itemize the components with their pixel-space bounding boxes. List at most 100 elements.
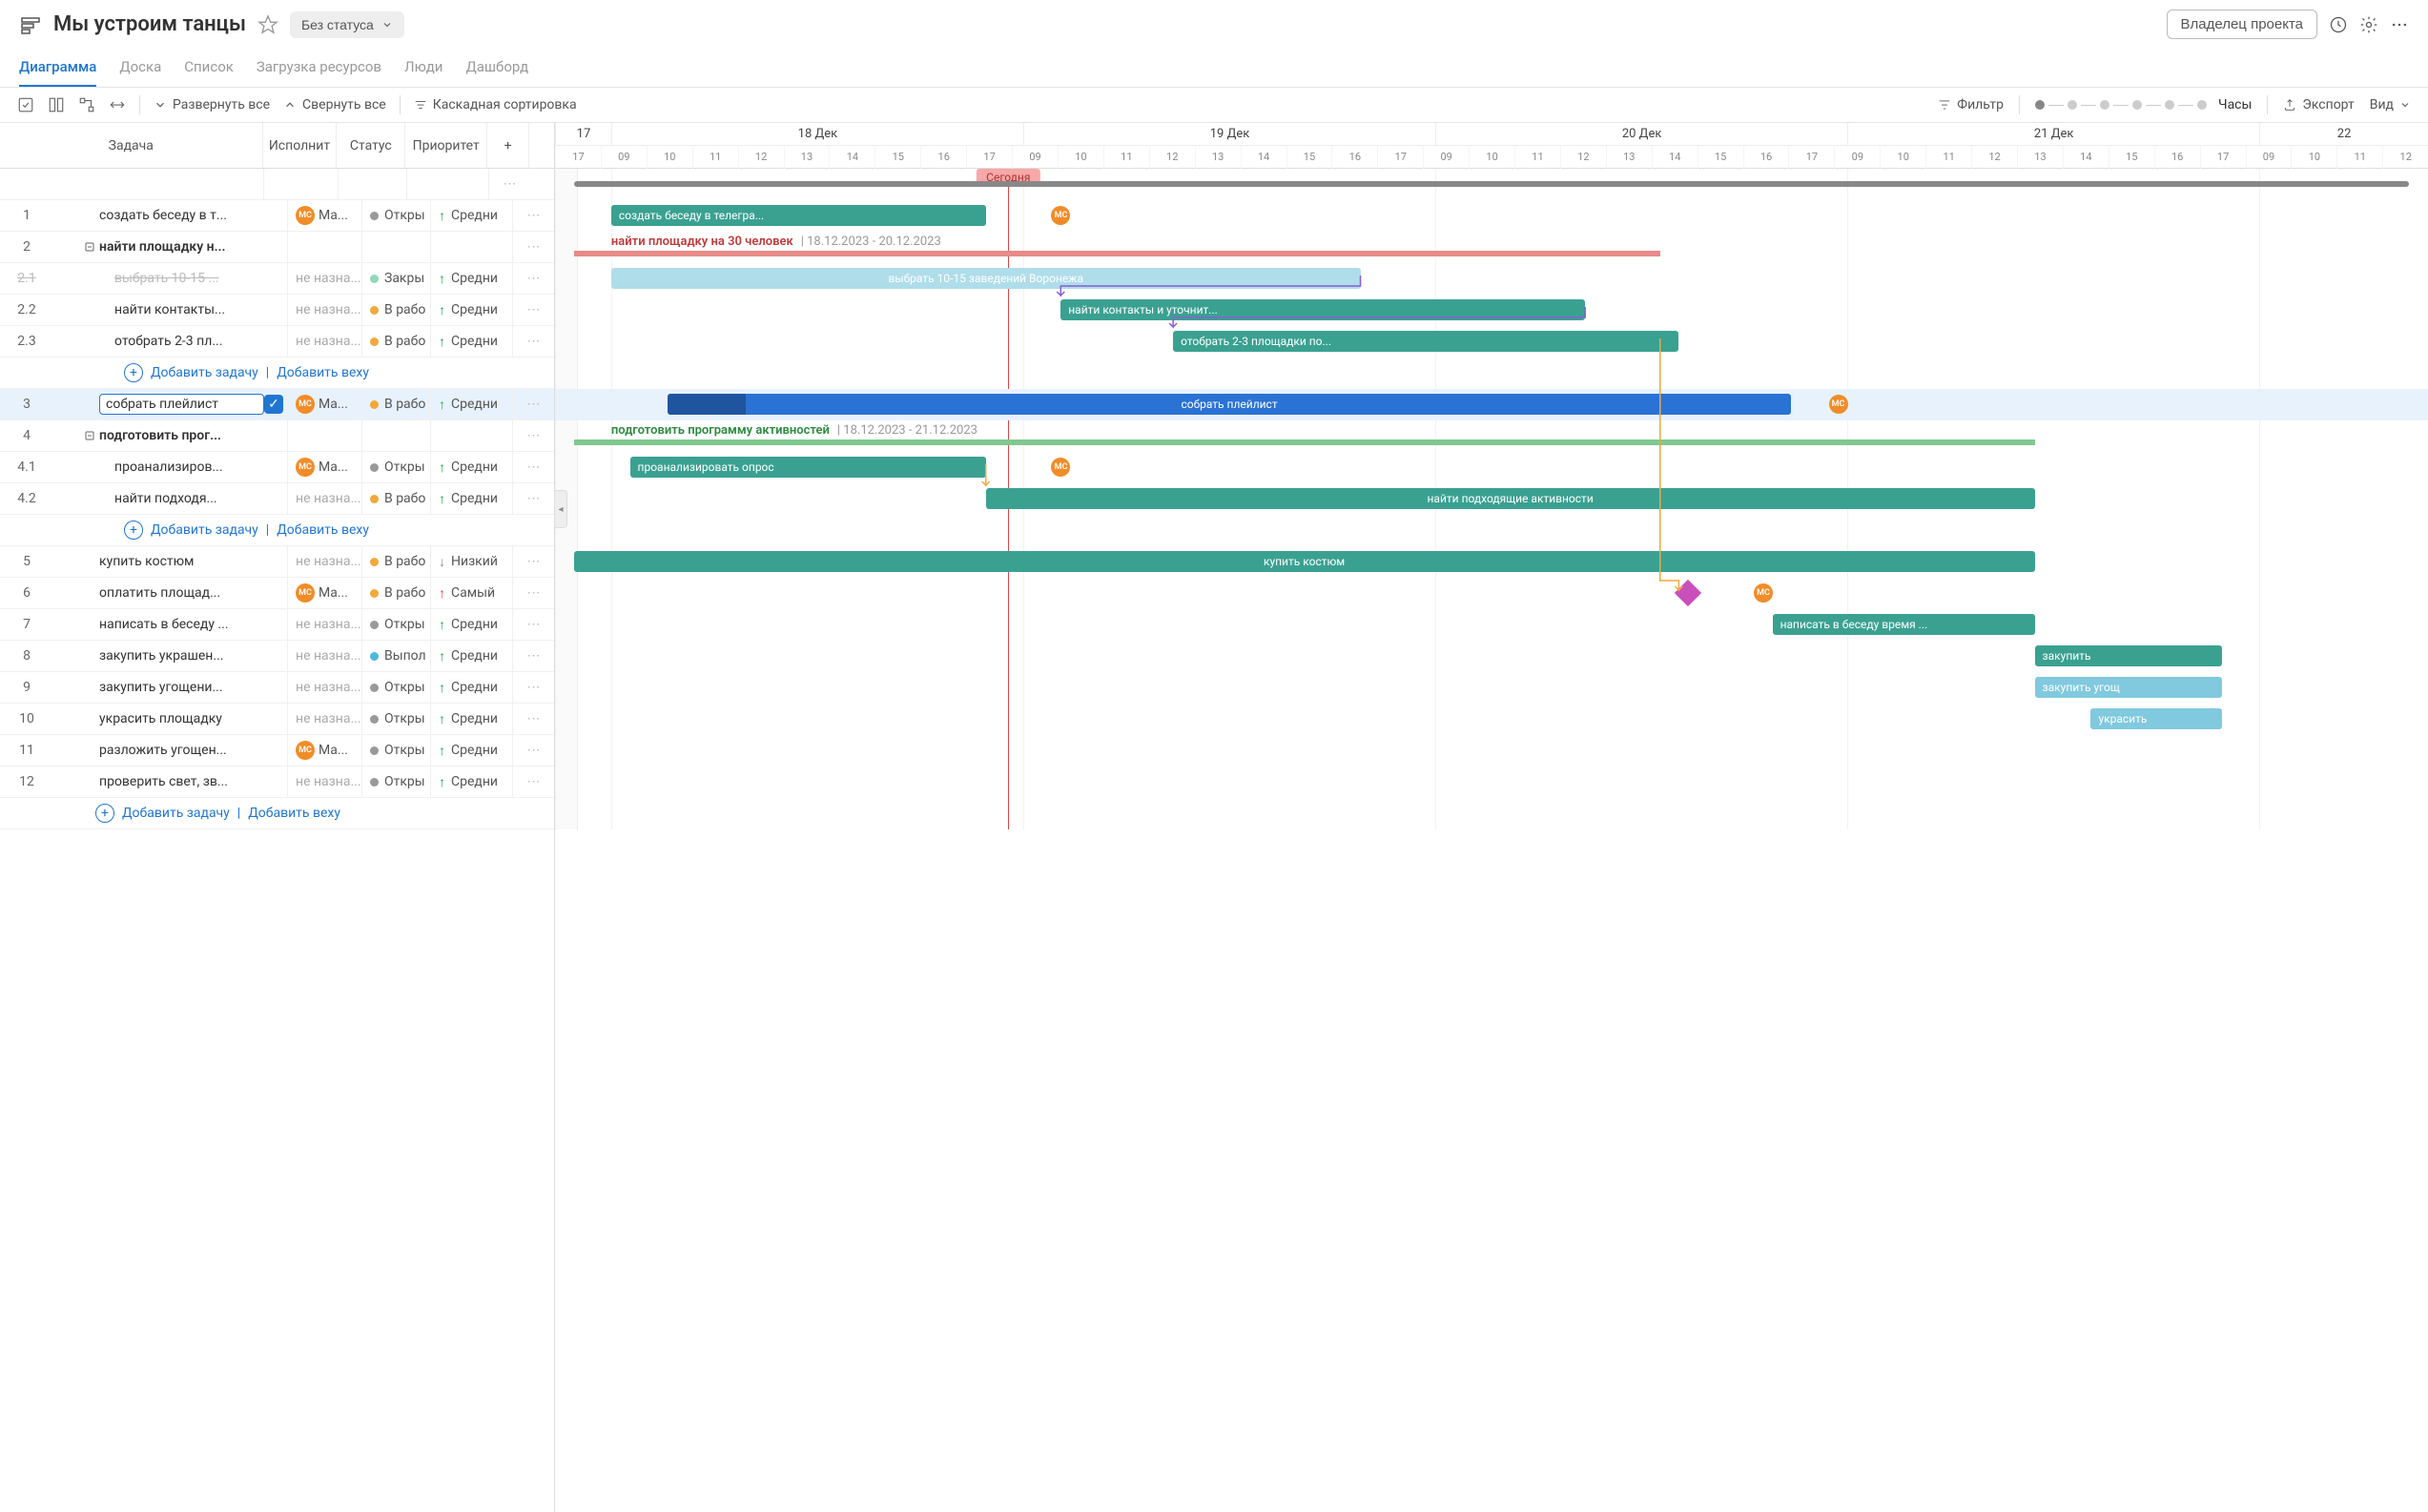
row-menu[interactable]: ⋯ bbox=[512, 578, 554, 608]
row-menu[interactable]: ⋯ bbox=[488, 169, 530, 199]
gantt-bar[interactable]: украсить bbox=[2090, 708, 2221, 729]
row-menu[interactable]: ⋯ bbox=[512, 546, 554, 577]
tab-4[interactable]: Люди bbox=[404, 49, 442, 87]
gear-icon[interactable] bbox=[2359, 15, 2378, 34]
table-row[interactable]: 12проверить свет, зв...не назна...Откры↑… bbox=[0, 766, 554, 798]
view-button[interactable]: Вид bbox=[2370, 97, 2411, 112]
row-menu[interactable]: ⋯ bbox=[512, 672, 554, 703]
expand-all-button[interactable]: Развернуть все bbox=[154, 97, 270, 112]
row-menu[interactable]: ⋯ bbox=[512, 704, 554, 734]
add-task-link[interactable]: Добавить задачу bbox=[151, 522, 258, 538]
gantt-bar[interactable]: найти контакты и уточнит... bbox=[1060, 299, 1585, 320]
tab-5[interactable]: Дашборд bbox=[465, 49, 528, 87]
row-menu[interactable]: ⋯ bbox=[512, 263, 554, 294]
add-icon[interactable]: + bbox=[95, 804, 114, 823]
row-menu[interactable]: ⋯ bbox=[512, 735, 554, 766]
chevron-down-icon bbox=[2399, 99, 2411, 111]
row-menu[interactable]: ⋯ bbox=[512, 232, 554, 262]
row-menu[interactable]: ⋯ bbox=[512, 200, 554, 231]
table-row[interactable]: 3собрать плейлист✓МСМа...В рабо↑Средни⋯ bbox=[0, 389, 554, 420]
add-milestone-link[interactable]: Добавить веху bbox=[277, 365, 369, 380]
table-row[interactable]: 2.2найти контакты...не назна...В рабо↑Ср… bbox=[0, 295, 554, 326]
add-task-link[interactable]: Добавить задачу bbox=[151, 365, 258, 380]
table-row[interactable]: 2.3отобрать 2-3 пл...не назна...В рабо↑С… bbox=[0, 326, 554, 358]
add-milestone-link[interactable]: Добавить веху bbox=[248, 806, 340, 821]
cascade-sort-button[interactable]: Каскадная сортировка bbox=[414, 97, 577, 112]
task-name-input[interactable]: собрать плейлист bbox=[99, 394, 264, 415]
add-icon[interactable]: + bbox=[124, 521, 143, 540]
hierarchy-icon[interactable] bbox=[78, 96, 95, 113]
more-icon[interactable] bbox=[2390, 15, 2409, 34]
owner-button[interactable]: Владелец проекта bbox=[2167, 10, 2317, 39]
row-menu[interactable]: ⋯ bbox=[512, 420, 554, 451]
table-row[interactable]: 2.1выбрать 10-15 ...не назна...Закры↑Сре… bbox=[0, 263, 554, 295]
table-row[interactable]: 10украсить площадкуне назна...Откры↑Сред… bbox=[0, 704, 554, 735]
gantt-bar[interactable]: закупить угощ bbox=[2035, 677, 2222, 698]
row-menu[interactable]: ⋯ bbox=[512, 483, 554, 514]
caret-icon[interactable] bbox=[80, 241, 99, 253]
tab-2[interactable]: Список bbox=[184, 49, 234, 87]
milestone[interactable] bbox=[1675, 580, 1701, 606]
confirm-icon[interactable]: ✓ bbox=[264, 395, 283, 414]
history-icon[interactable] bbox=[2329, 15, 2348, 34]
tab-3[interactable]: Загрузка ресурсов bbox=[257, 49, 381, 87]
col-task[interactable]: Задача bbox=[0, 123, 263, 168]
col-assignee[interactable]: Исполнит bbox=[263, 123, 338, 168]
star-icon[interactable] bbox=[257, 14, 278, 35]
zoom-slider[interactable]: Часы bbox=[2035, 97, 2252, 112]
tab-1[interactable]: Доска bbox=[119, 49, 161, 87]
avatar: МС bbox=[1051, 458, 1070, 477]
root-bar[interactable] bbox=[574, 181, 2410, 187]
gantt-bar[interactable]: найти подходящие активности bbox=[986, 488, 2035, 509]
gantt-bar[interactable]: создать беседу в телегра... bbox=[611, 205, 986, 226]
summary-bar[interactable] bbox=[574, 439, 2035, 445]
add-column-button[interactable]: + bbox=[487, 123, 529, 168]
status-button[interactable]: Без статуса bbox=[290, 11, 404, 38]
collapse-panel-handle[interactable]: ◂ bbox=[555, 490, 567, 528]
table-row[interactable]: 7написать в беседу ...не назна...Откры↑С… bbox=[0, 609, 554, 641]
gantt-bar[interactable]: купить костюм bbox=[574, 551, 2035, 572]
add-task-link[interactable]: Добавить задачу bbox=[122, 806, 230, 821]
gantt-bar[interactable]: собрать плейлист bbox=[668, 394, 1791, 415]
add-icon[interactable]: + bbox=[124, 363, 143, 382]
avatar: МС bbox=[296, 206, 315, 225]
table-row[interactable]: 6оплатить площад...МСМа...В рабо↑Самый⋯ bbox=[0, 578, 554, 609]
autowidth-icon[interactable] bbox=[109, 96, 126, 113]
tab-0[interactable]: Диаграмма bbox=[19, 49, 96, 87]
summary-bar[interactable] bbox=[574, 251, 1660, 256]
table-row[interactable]: 4.1проанализиров...МСМа...Откры↑Средни⋯ bbox=[0, 452, 554, 483]
row-menu[interactable]: ⋯ bbox=[512, 326, 554, 357]
table-row[interactable]: 2найти площадку н...⋯ bbox=[0, 232, 554, 263]
row-menu[interactable]: ⋯ bbox=[512, 766, 554, 797]
export-icon bbox=[2283, 98, 2296, 112]
row-menu[interactable]: ⋯ bbox=[512, 295, 554, 325]
add-milestone-link[interactable]: Добавить веху bbox=[277, 522, 369, 538]
table-row[interactable]: 8закупить украшен...не назна...Выпол↑Сре… bbox=[0, 641, 554, 672]
collapse-all-button[interactable]: Свернуть все bbox=[283, 97, 386, 112]
columns-icon[interactable] bbox=[48, 96, 65, 113]
table-row[interactable]: 1создать беседу в т...МСМа...Откры↑Средн… bbox=[0, 200, 554, 232]
gantt-bar[interactable]: написать в беседу время ... bbox=[1773, 614, 2035, 635]
table-row[interactable]: 11разложить угощен...МСМа...Откры↑Средни… bbox=[0, 735, 554, 766]
row-menu[interactable]: ⋯ bbox=[512, 641, 554, 671]
row-menu[interactable]: ⋯ bbox=[512, 452, 554, 482]
checkbox-icon[interactable] bbox=[17, 96, 34, 113]
caret-icon[interactable] bbox=[80, 430, 99, 441]
table-row[interactable]: 5купить костюмне назна...В рабо↓Низкий⋯ bbox=[0, 546, 554, 578]
col-priority[interactable]: Приоритет bbox=[405, 123, 487, 168]
col-status[interactable]: Статус bbox=[337, 123, 405, 168]
table-row[interactable]: 4.2найти подходя...не назна...В рабо↑Сре… bbox=[0, 483, 554, 515]
task-name: создать беседу в т... bbox=[99, 208, 287, 223]
row-menu[interactable]: ⋯ bbox=[512, 609, 554, 640]
filter-button[interactable]: Фильтр bbox=[1938, 97, 2004, 112]
gantt-bar[interactable]: отобрать 2-3 площадки по... bbox=[1173, 331, 1678, 352]
export-button[interactable]: Экспорт bbox=[2283, 97, 2354, 112]
table-row[interactable]: 4подготовить прог...⋯ bbox=[0, 420, 554, 452]
task-name: купить костюм bbox=[99, 554, 287, 569]
row-menu[interactable]: ⋯ bbox=[512, 389, 554, 419]
gantt-bar[interactable]: закупить bbox=[2035, 645, 2222, 666]
table-row[interactable]: 9закупить угощени...не назна...Откры↑Сре… bbox=[0, 672, 554, 704]
avatar: МС bbox=[1829, 395, 1848, 414]
gantt-bar[interactable]: проанализировать опрос bbox=[630, 457, 986, 478]
gantt-bar[interactable]: выбрать 10-15 заведений Воронежа bbox=[611, 268, 1361, 289]
